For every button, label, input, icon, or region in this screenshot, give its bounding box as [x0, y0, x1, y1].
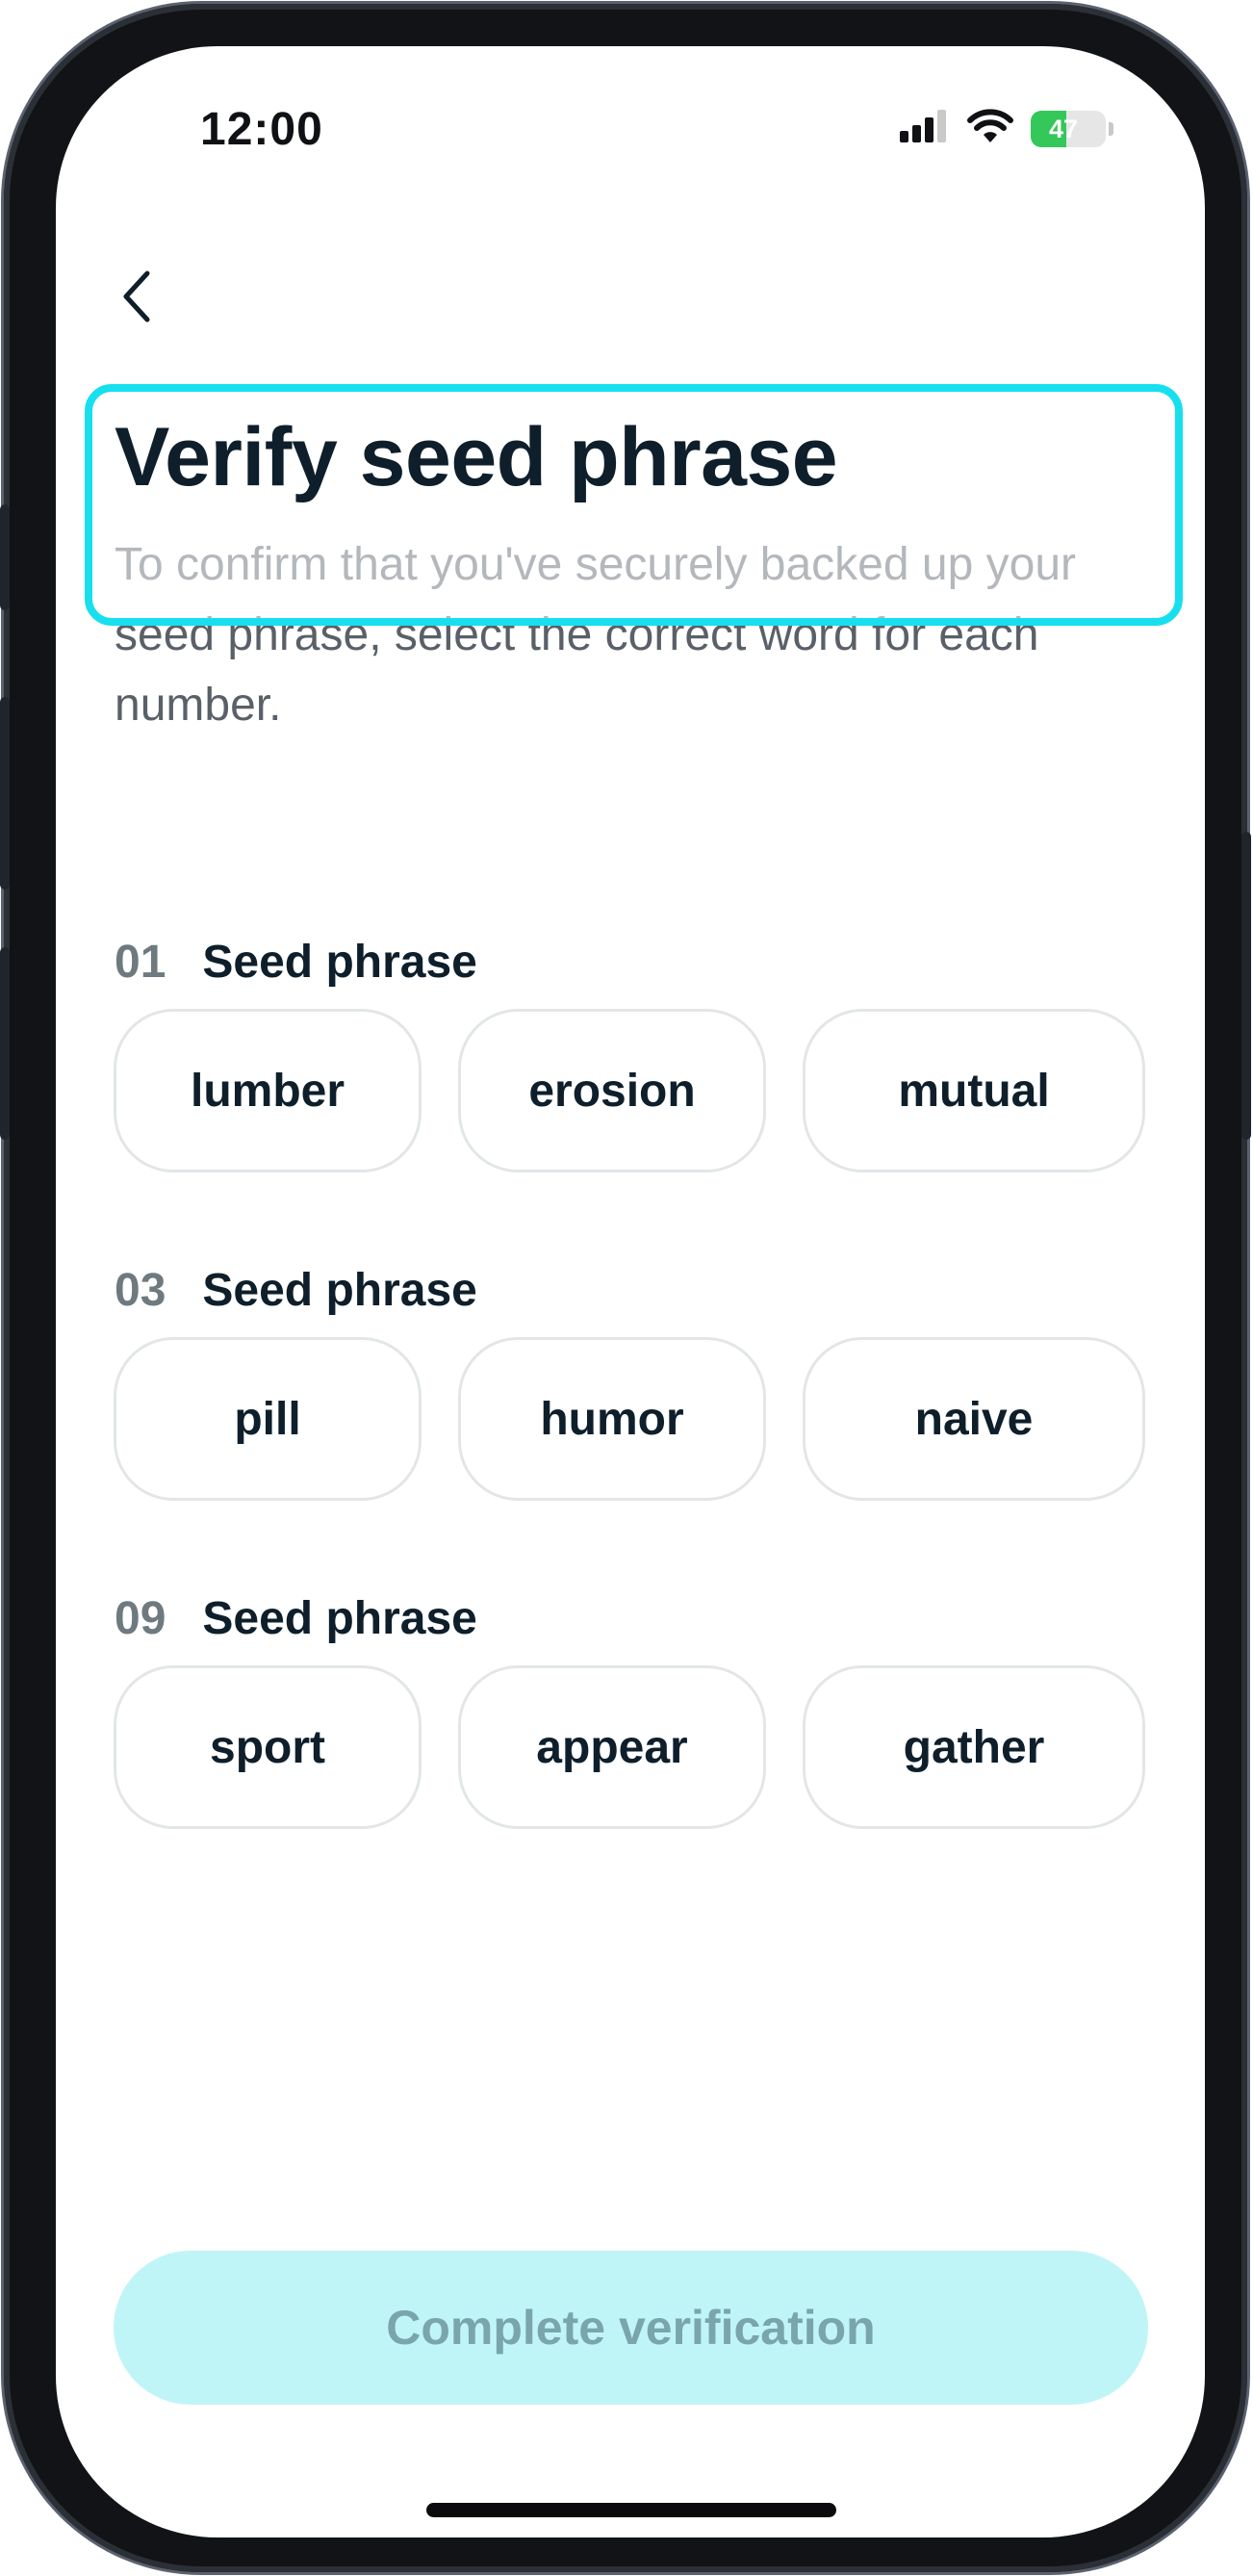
section-title: Seed phrase [202, 937, 477, 988]
section-number: 01 [115, 937, 166, 988]
power-button [1241, 832, 1251, 1140]
word-option[interactable]: pill [114, 1337, 422, 1501]
status-icons: 47 [898, 108, 1113, 151]
section-title: Seed phrase [202, 1593, 477, 1644]
word-option[interactable]: sport [114, 1665, 422, 1829]
section-label: 01 Seed phrase [115, 936, 477, 989]
home-indicator [426, 2503, 836, 2517]
phone-frame: 12:00 47 seed phrase, select the correct… [0, 4, 1251, 2572]
app-screen: 12:00 47 seed phrase, select the correct… [56, 46, 1205, 2537]
word-option[interactable]: erosion [458, 1009, 766, 1172]
volume-up-button [0, 697, 10, 889]
action-button [0, 504, 10, 610]
word-option[interactable]: lumber [114, 1009, 422, 1172]
battery-nub [1109, 122, 1113, 136]
battery-icon: 47 [1031, 111, 1106, 147]
section-label: 03 Seed phrase [115, 1264, 477, 1317]
word-option[interactable]: humor [458, 1337, 766, 1501]
section-label: 09 Seed phrase [115, 1592, 477, 1645]
section-title: Seed phrase [202, 1265, 477, 1316]
complete-verification-button[interactable]: Complete verification [114, 2251, 1148, 2405]
word-option[interactable]: naive [803, 1337, 1145, 1501]
section-number: 03 [115, 1265, 166, 1316]
section-number: 09 [115, 1593, 166, 1644]
battery-percent: 47 [1048, 115, 1079, 143]
wifi-icon [965, 108, 1015, 151]
back-button[interactable] [104, 258, 171, 335]
word-option[interactable]: gather [803, 1665, 1145, 1829]
chevron-left-icon [123, 270, 150, 322]
volume-down-button [0, 947, 10, 1140]
signal-icon [898, 108, 950, 151]
word-option[interactable]: appear [458, 1665, 766, 1829]
page-title: Verify seed phrase [115, 411, 838, 503]
status-time: 12:00 [200, 104, 323, 155]
word-option[interactable]: mutual [803, 1009, 1145, 1172]
